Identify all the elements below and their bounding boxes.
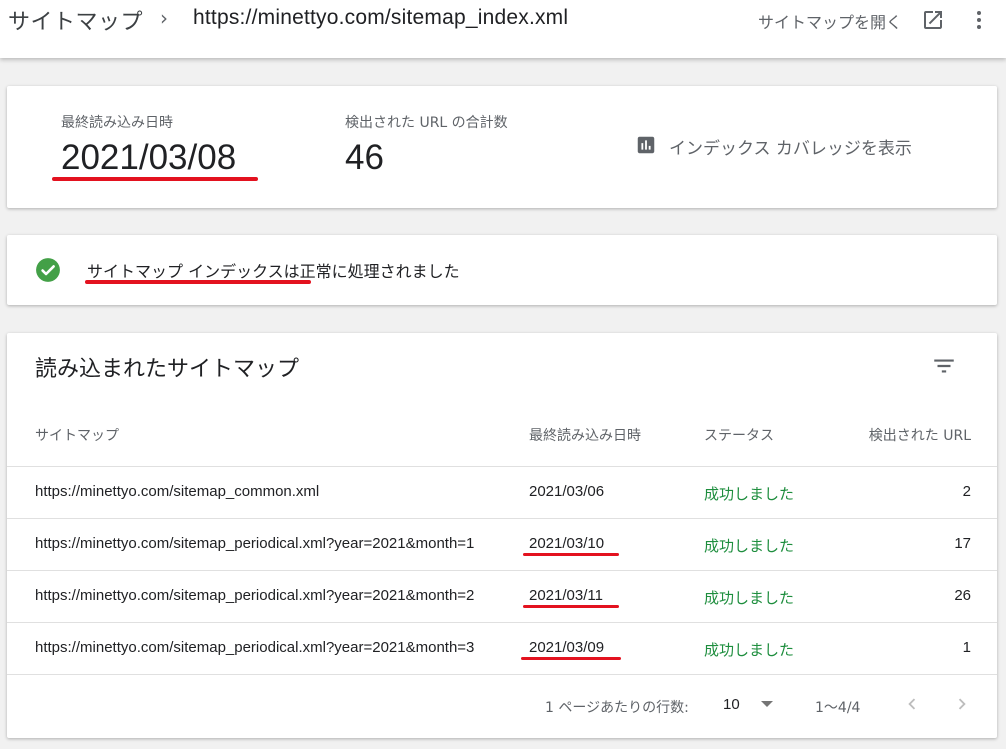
rows-per-page-value: 10	[723, 696, 740, 713]
check-circle-icon	[36, 258, 60, 282]
url-count: 2	[962, 483, 971, 500]
status-value: 成功しました	[704, 485, 795, 503]
status-value: 成功しました	[704, 589, 795, 607]
url-count: 26	[954, 587, 971, 604]
column-header-status[interactable]: ステータス	[704, 425, 774, 445]
status-value: 成功しました	[704, 641, 795, 659]
annotation-underline	[52, 177, 258, 181]
status-message-suffix: は正常に処理されました	[283, 262, 460, 281]
summary-card: 最終読み込み日時 2021/03/08 検出された URL の合計数 46 イン…	[7, 86, 997, 208]
filter-list-icon[interactable]	[931, 353, 957, 379]
sitemap-url: https://minettyo.com/sitemap_periodical.…	[35, 639, 475, 656]
more-vert-icon[interactable]	[967, 8, 991, 32]
annotation-underline	[85, 280, 311, 284]
table-row[interactable]: https://minettyo.com/sitemap_periodical.…	[7, 518, 997, 570]
table-title: 読み込まれたサイトマップ	[35, 357, 300, 382]
sitemap-url: https://minettyo.com/sitemap_periodical.…	[35, 535, 475, 552]
chevron-right-icon[interactable]	[951, 693, 973, 715]
last-read-value: 2021/03/08	[61, 138, 237, 177]
breadcrumb-current: https://minettyo.com/sitemap_index.xml	[193, 6, 569, 29]
open-in-new-icon[interactable]	[921, 8, 945, 32]
dropdown-arrow-icon	[761, 701, 773, 707]
status-card: サイトマップ インデックスは正常に処理されました	[7, 235, 997, 305]
sitemap-url: https://minettyo.com/sitemap_common.xml	[35, 483, 320, 500]
url-count-label: 検出された URL の合計数	[345, 115, 508, 131]
table-row[interactable]: https://minettyo.com/sitemap_periodical.…	[7, 570, 997, 622]
rows-per-page-label: 1 ページあたりの行数:	[545, 700, 689, 716]
last-read-label: 最終読み込み日時	[61, 115, 173, 131]
last-read-date: 2021/03/10	[529, 535, 605, 552]
open-sitemap-button[interactable]: サイトマップを開く	[758, 9, 902, 33]
column-header-sitemap[interactable]: サイトマップ	[35, 425, 119, 445]
pagination: 1 ページあたりの行数: 10 1～4/4	[7, 674, 997, 738]
column-header-url-count[interactable]: 検出された URL	[869, 425, 971, 445]
breadcrumb-separator: ›	[160, 6, 168, 30]
coverage-label: インデックス カバレッジを表示	[669, 139, 912, 159]
chevron-left-icon[interactable]	[901, 693, 923, 715]
annotation-underline	[523, 605, 619, 608]
column-header-last-read[interactable]: 最終読み込み日時	[529, 425, 641, 445]
last-read-date: 2021/03/09	[529, 639, 605, 656]
page-range: 1～4/4	[815, 700, 861, 716]
bar-chart-icon	[637, 136, 655, 154]
url-count-value: 46	[345, 138, 384, 177]
breadcrumb-root[interactable]: サイトマップ	[8, 4, 143, 36]
loaded-sitemaps-card: 読み込まれたサイトマップ サイトマップ 最終読み込み日時 ステータス 検出された…	[7, 333, 997, 738]
sitemap-url: https://minettyo.com/sitemap_periodical.…	[35, 587, 475, 604]
last-read-date: 2021/03/06	[529, 483, 605, 500]
annotation-underline	[521, 657, 621, 660]
last-read-date: 2021/03/11	[529, 587, 603, 604]
url-count: 17	[954, 535, 971, 552]
status-value: 成功しました	[704, 537, 795, 555]
annotation-underline	[523, 553, 619, 556]
url-count: 1	[962, 639, 971, 656]
status-message: サイトマップ インデックスは正常に処理されました	[87, 258, 460, 282]
rows-per-page-select[interactable]: 10	[723, 695, 779, 717]
table-row[interactable]: https://minettyo.com/sitemap_common.xml …	[7, 466, 997, 518]
table-row[interactable]: https://minettyo.com/sitemap_periodical.…	[7, 622, 997, 674]
sitemap-index-link[interactable]: サイトマップ インデックス	[87, 262, 284, 281]
page-header: サイトマップ › https://minettyo.com/sitemap_in…	[0, 0, 1006, 58]
